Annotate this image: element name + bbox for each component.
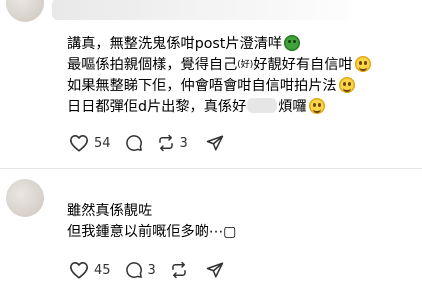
green-face-emoji-icon xyxy=(284,35,301,51)
censored-word: (好) xyxy=(237,60,254,70)
smile-emoji-icon xyxy=(338,77,355,93)
repost-arrows-icon xyxy=(172,261,186,279)
comment-line: 講真，無整洗鬼係咁post片澄清咩 xyxy=(67,34,371,55)
avatar[interactable] xyxy=(6,179,44,217)
reply-button[interactable] xyxy=(125,134,143,152)
repost-arrows-icon xyxy=(158,134,173,152)
comment: 雖然真係靚咗 但我鍾意以前嘅佢多啲⋯▢ 45 3 xyxy=(0,169,422,293)
send-icon xyxy=(206,135,224,151)
like-count: 54 xyxy=(94,135,111,151)
heart-icon xyxy=(70,134,88,152)
reply-count: 3 xyxy=(147,262,156,278)
like-button[interactable]: 54 xyxy=(69,134,111,152)
comment-line: 日日都彈佢d片出黎，真係好 煩囉 xyxy=(67,97,371,118)
heart-icon xyxy=(70,261,88,279)
send-icon xyxy=(206,262,224,278)
comment: 講真，無整洗鬼係咁post片澄清咩 最嘔係拍親個樣，覺得自己(好)好靚好有自信咁… xyxy=(0,0,422,168)
comment-bubble-icon xyxy=(125,262,142,278)
repost-button[interactable] xyxy=(170,261,188,279)
blurred-username xyxy=(52,0,352,20)
blurred-word xyxy=(247,98,278,113)
laughing-emoji-icon xyxy=(308,98,325,114)
comment-line: 最嘔係拍親個樣，覺得自己(好)好靚好有自信咁 xyxy=(67,55,371,76)
share-button[interactable] xyxy=(206,134,224,152)
repost-button[interactable]: 3 xyxy=(157,134,188,152)
reply-button[interactable]: 3 xyxy=(125,261,156,279)
action-bar: 54 3 xyxy=(69,132,238,154)
comment-line: 雖然真係靚咗 xyxy=(67,203,153,219)
like-button[interactable]: 45 xyxy=(69,261,111,279)
comment-line: 如果無整睇下佢，仲會唔會咁自信咁拍片法 xyxy=(67,76,371,97)
share-button[interactable] xyxy=(206,261,224,279)
comment-line: 但我鍾意以前嘅佢多啲⋯▢ xyxy=(67,224,237,240)
avatar[interactable] xyxy=(6,0,44,22)
rolling-eyes-emoji-icon xyxy=(354,56,371,72)
repost-count: 3 xyxy=(179,135,188,151)
comment-text: 講真，無整洗鬼係咁post片澄清咩 最嘔係拍親個樣，覺得自己(好)好靚好有自信咁… xyxy=(67,34,371,118)
comment-bubble-icon xyxy=(125,135,142,151)
like-count: 45 xyxy=(94,262,111,278)
comment-text: 雖然真係靚咗 但我鍾意以前嘅佢多啲⋯▢ xyxy=(67,201,236,243)
action-bar: 45 3 xyxy=(69,259,238,281)
